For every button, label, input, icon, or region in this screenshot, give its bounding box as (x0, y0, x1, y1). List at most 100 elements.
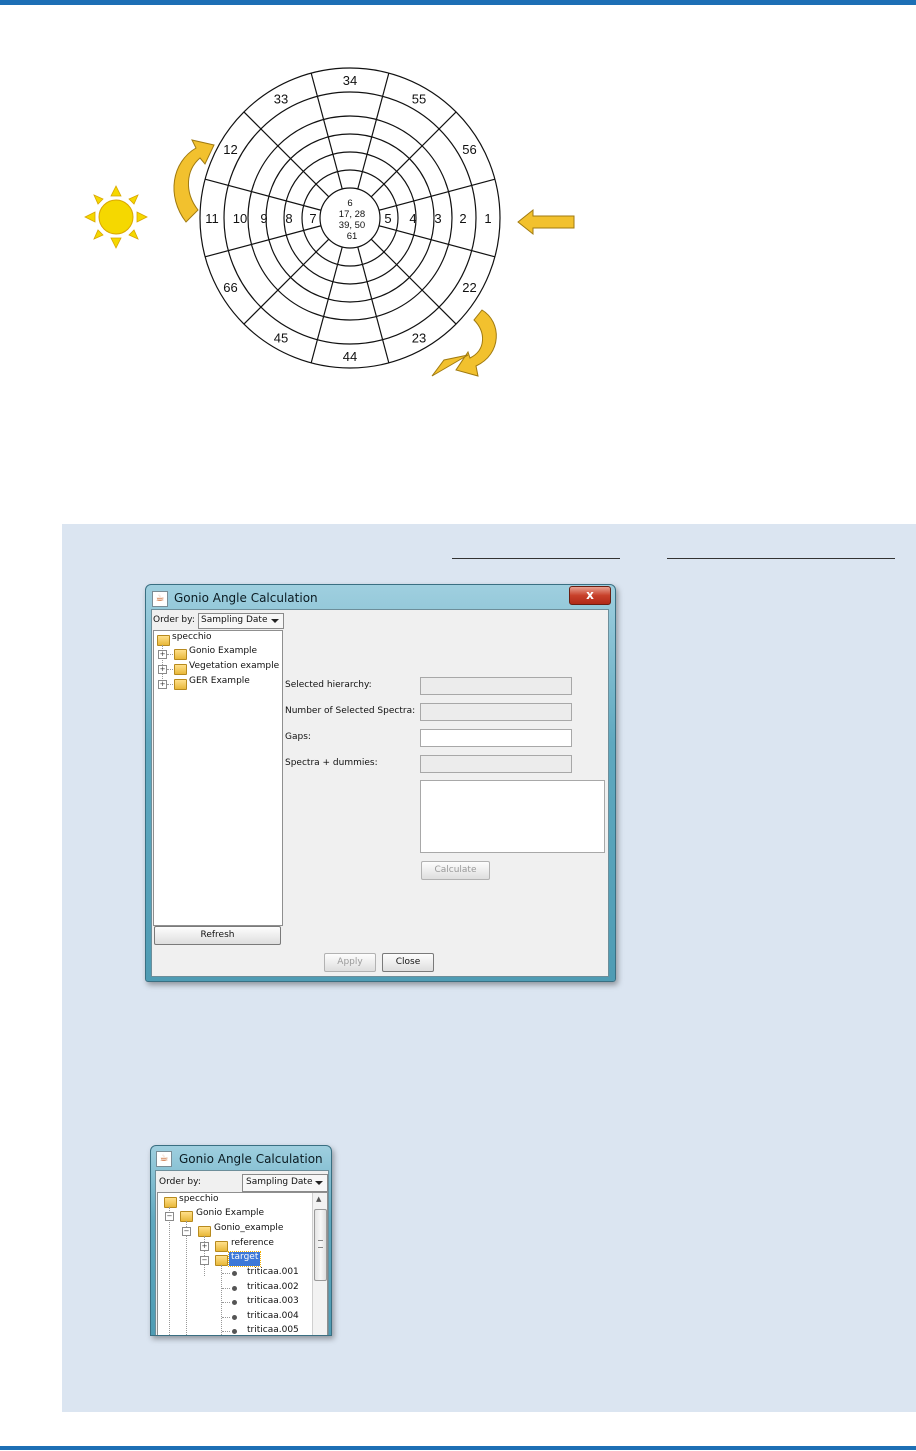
tree-root[interactable]: specchio (172, 632, 212, 646)
spectra-dummies-field (420, 755, 572, 773)
spectrum-dot-icon (232, 1329, 237, 1334)
tree-guide (222, 1331, 230, 1332)
tree-guide (167, 684, 173, 685)
gaps-label: Gaps: (285, 732, 311, 742)
tree-leaf[interactable]: triticaa.001 (247, 1267, 299, 1281)
center-label: 61 (347, 231, 358, 242)
window-close-button[interactable]: x (569, 586, 611, 605)
tree-item[interactable]: Gonio Example (196, 1208, 264, 1222)
expand-icon[interactable]: + (158, 665, 167, 674)
radial-divider (310, 246, 343, 364)
tree-item[interactable]: reference (231, 1238, 274, 1252)
scroll-thumb[interactable] (314, 1209, 327, 1281)
ring-number: 9 (260, 211, 267, 226)
radial-divider (378, 225, 496, 258)
folder-icon (215, 1241, 228, 1252)
apply-button[interactable]: Apply (324, 953, 376, 972)
ring-number: 8 (285, 211, 292, 226)
sector-number: 66 (223, 280, 237, 295)
collapse-icon[interactable]: − (182, 1227, 191, 1236)
radial-divider (357, 246, 390, 364)
center-label: 17, 28 (339, 209, 365, 220)
gonio-angle-window: ☕ Gonio Angle Calculation x Order by: Sa… (145, 584, 616, 982)
vertical-scrollbar[interactable]: ▲ (312, 1193, 327, 1335)
radial-divider (243, 111, 330, 198)
chevron-down-icon (271, 619, 279, 623)
sector-number: 12 (223, 142, 237, 157)
tree-item[interactable]: Gonio Example (189, 646, 257, 660)
tree-guide (222, 1302, 230, 1303)
folder-icon (157, 635, 170, 646)
tree-item[interactable]: Gonio_example (214, 1223, 283, 1237)
chevron-down-icon (315, 1181, 323, 1185)
sector-number: 1 (484, 211, 491, 226)
sector-number: 23 (412, 331, 426, 346)
expand-icon[interactable]: + (158, 650, 167, 659)
tree-leaf[interactable]: triticaa.005 (247, 1325, 299, 1339)
tree-guide (186, 1221, 187, 1335)
selected-hierarchy-label: Selected hierarchy: (285, 680, 372, 690)
radial-divider (370, 238, 457, 325)
ring-number: 2 (459, 211, 466, 226)
order-by-select[interactable]: Sampling Date (198, 613, 284, 629)
sector-number: 11 (205, 211, 219, 226)
spectrum-dot-icon (232, 1315, 237, 1320)
collapse-icon[interactable]: − (165, 1212, 174, 1221)
tree-leaf[interactable]: triticaa.002 (247, 1282, 299, 1296)
gaps-input[interactable] (420, 729, 572, 747)
radial-divider (310, 72, 343, 190)
ring-number: 4 (409, 211, 416, 226)
gonio-sampling-diagram: 34555612223444566111233234578910 6 17, 2… (84, 67, 575, 377)
underline-rule (452, 558, 620, 559)
folder-icon (164, 1197, 177, 1208)
ring-number: 10 (233, 211, 247, 226)
center-label: 6 (347, 198, 352, 209)
number-selected-spectra-label: Number of Selected Spectra: (285, 706, 416, 716)
scroll-up-icon[interactable]: ▲ (316, 1195, 321, 1203)
expand-icon[interactable]: + (200, 1242, 209, 1251)
tree-guide (222, 1288, 230, 1289)
order-by-label: Order by: (159, 1177, 201, 1187)
hierarchy-tree[interactable]: ▲ specchio − Gonio Example − Gonio_examp… (157, 1192, 328, 1335)
expand-icon[interactable]: + (158, 680, 167, 689)
center-labels: 6 17, 28 39, 50 61 (339, 198, 365, 242)
bottom-rule (0, 1446, 916, 1450)
window-client-area: Order by: Sampling Date specchio + Gonio… (151, 609, 609, 977)
java-icon: ☕ (156, 1151, 172, 1167)
hierarchy-tree[interactable]: specchio + Gonio Example + Vegetation ex… (153, 630, 283, 926)
folder-icon (174, 664, 187, 675)
output-textarea[interactable] (420, 780, 605, 853)
selected-hierarchy-field (420, 677, 572, 695)
radial-divider (204, 225, 322, 258)
sector-number: 33 (274, 92, 288, 107)
sector-number: 55 (412, 92, 426, 107)
radial-divider (378, 178, 496, 211)
window-client-area: Order by: Sampling Date ▲ specchio − Gon… (155, 1170, 329, 1335)
ring-number: 3 (434, 211, 441, 226)
sun-icon (84, 185, 148, 249)
tree-leaf[interactable]: triticaa.003 (247, 1296, 299, 1310)
tree-item-selected[interactable]: target (227, 1251, 262, 1267)
number-selected-spectra-field (420, 703, 572, 721)
order-by-label: Order by: (153, 615, 195, 625)
window-title: Gonio Angle Calculation (179, 1152, 323, 1166)
refresh-button[interactable]: Refresh (154, 926, 281, 945)
tree-root[interactable]: specchio (179, 1194, 219, 1208)
tree-leaf[interactable]: triticaa.004 (247, 1311, 299, 1325)
order-by-select[interactable]: Sampling Date (242, 1174, 328, 1192)
calculate-button[interactable]: Calculate (421, 861, 490, 880)
center-label: 39, 50 (339, 220, 365, 231)
underline-rule (667, 558, 895, 559)
close-button[interactable]: Close (382, 953, 434, 972)
folder-icon (174, 649, 187, 660)
grip-icon (318, 1240, 323, 1248)
tree-item[interactable]: GER Example (189, 676, 250, 690)
gonio-angle-window-cropped: ☕ Gonio Angle Calculation Order by: Samp… (150, 1145, 332, 1336)
sector-number: 56 (462, 142, 476, 157)
radial-divider (370, 111, 457, 198)
sector-number: 22 (462, 280, 476, 295)
collapse-icon[interactable]: − (200, 1256, 209, 1265)
java-icon: ☕ (152, 591, 168, 607)
folder-icon (174, 679, 187, 690)
tree-item[interactable]: Vegetation example (189, 661, 279, 675)
